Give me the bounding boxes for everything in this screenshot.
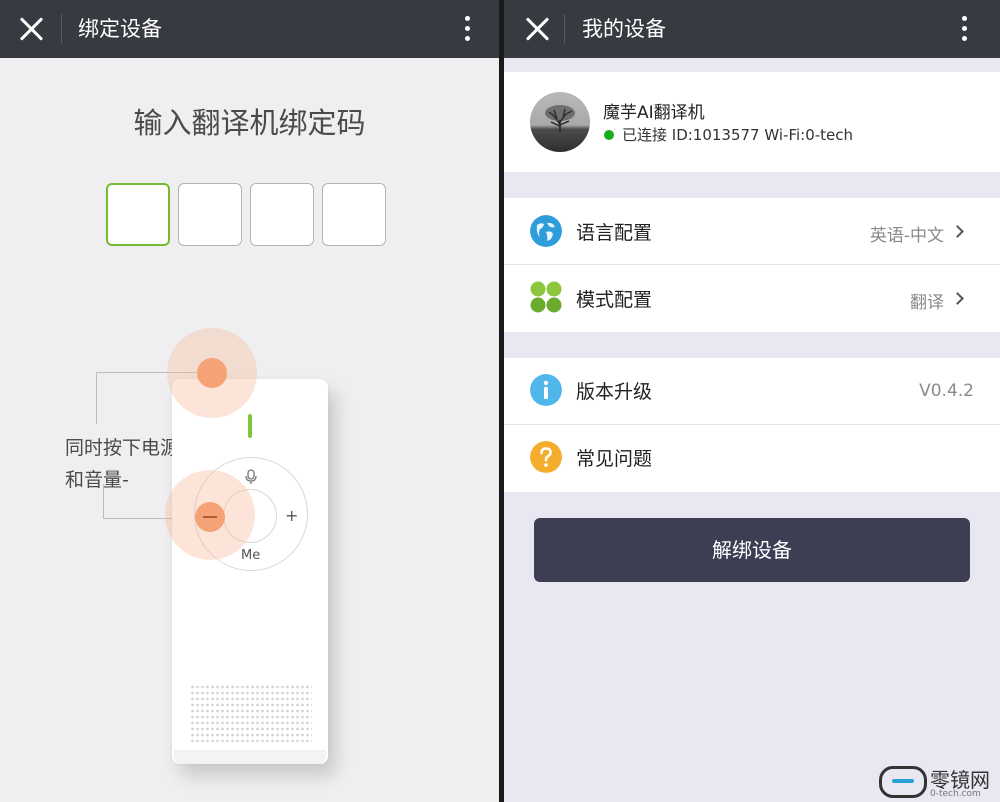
speaker-grill <box>190 684 312 742</box>
status-led <box>248 414 252 438</box>
version-upgrade-label: 版本升级 <box>576 381 653 403</box>
device-name: 魔芋AI翻译机 <box>603 103 705 123</box>
microphone-icon <box>245 469 257 484</box>
code-input-1[interactable] <box>106 183 170 246</box>
more-icon[interactable] <box>465 16 471 42</box>
bind-device-screen: 绑定设备 输入翻译机绑定码 同时按下电源 和音量- + Me <box>0 0 499 802</box>
grid-icon <box>530 281 562 313</box>
me-label: Me <box>241 548 261 563</box>
info-icon <box>530 374 562 406</box>
volume-up-symbol: + <box>285 506 299 525</box>
my-device-screen: 我的设备 魔芋AI翻译机 已连接 ID:1013577 Wi-Fi:0-tech… <box>504 0 1000 802</box>
top-bar: 我的设备 <box>504 0 1000 58</box>
language-config-label: 语言配置 <box>576 222 653 244</box>
unbind-device-button[interactable]: 解绑设备 <box>534 518 970 582</box>
divider <box>61 14 62 44</box>
more-icon[interactable] <box>962 16 968 42</box>
callout-line <box>96 372 97 424</box>
bind-code-heading: 输入翻译机绑定码 <box>133 106 366 140</box>
code-input-2[interactable] <box>178 183 242 246</box>
globe-icon <box>530 215 562 247</box>
top-bar: 绑定设备 <box>0 0 499 58</box>
instruction-line-1: 同时按下电源 <box>65 437 180 459</box>
code-input-4[interactable] <box>322 183 386 246</box>
volume-down-highlight <box>195 502 225 532</box>
faq-label: 常见问题 <box>576 448 653 470</box>
instruction-line-2: 和音量- <box>65 469 129 491</box>
close-icon[interactable] <box>524 16 550 42</box>
device-avatar <box>530 92 590 152</box>
watermark-url: 0-tech.com <box>930 789 981 799</box>
instruction-text: 同时按下电源 和音量- <box>65 432 179 496</box>
question-icon <box>530 441 562 473</box>
brand-logo-icon <box>879 766 927 798</box>
translator-device-illustration: + Me <box>172 379 328 764</box>
close-icon[interactable] <box>18 16 44 42</box>
language-config-value: 英语-中文 <box>869 226 944 246</box>
power-button-highlight <box>197 358 227 388</box>
connection-status: 已连接 ID:1013577 Wi-Fi:0-tech <box>622 126 854 144</box>
connected-status-dot <box>604 130 614 140</box>
tree-image <box>545 105 575 132</box>
page-title: 绑定设备 <box>78 17 162 41</box>
version-value: V0.4.2 <box>919 381 974 401</box>
divider <box>564 14 565 44</box>
code-input-3[interactable] <box>250 183 314 246</box>
page-title: 我的设备 <box>582 17 666 41</box>
mode-config-value: 翻译 <box>910 293 944 313</box>
mode-config-label: 模式配置 <box>576 289 653 311</box>
